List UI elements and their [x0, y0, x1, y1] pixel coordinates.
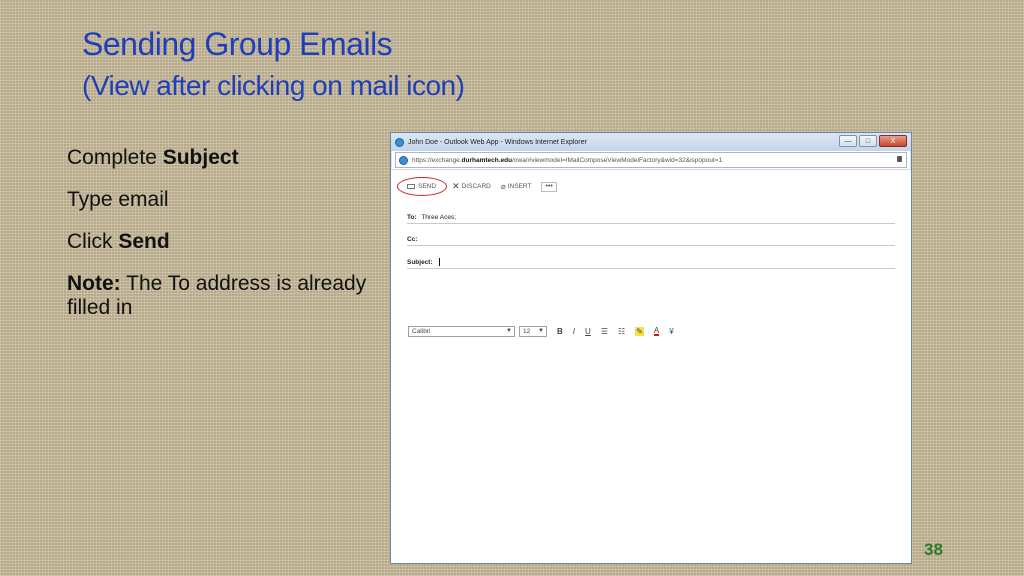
maximize-button[interactable]: □ [859, 135, 877, 147]
compose-page: SEND ✕ DISCARD ⌀ INSERT ••• To: Three Ac… [391, 169, 911, 563]
bold-button[interactable]: B [557, 327, 563, 336]
to-value: Three Aces; [421, 214, 457, 221]
close-icon: ✕ [452, 181, 460, 191]
format-toolbar: Calibri ▼ 12 ▼ B I U ☰ ☷ ✎ A ¥ [408, 326, 674, 337]
slide-title: Sending Group Emails (View after clickin… [82, 24, 465, 104]
slide-title-sub: (View after clicking on mail icon) [82, 70, 465, 101]
bullet-list-icon[interactable]: ☰ [601, 327, 608, 336]
instruction-list: Complete Subject Type email Click Send N… [67, 146, 377, 338]
numbered-list-icon[interactable]: ☷ [618, 327, 625, 336]
highlight-icon[interactable]: ✎ [635, 327, 644, 336]
discard-label: DISCARD [461, 183, 491, 190]
text-cursor [439, 258, 441, 266]
close-button[interactable]: X [879, 135, 907, 147]
to-field[interactable]: To: Three Aces; [407, 214, 895, 224]
send-button[interactable]: SEND [397, 177, 447, 196]
subject-label: Subject: [407, 258, 433, 266]
font-family-select[interactable]: Calibri ▼ [408, 326, 515, 337]
more-options-button[interactable]: ••• [541, 181, 557, 192]
page-number: 38 [924, 540, 943, 559]
instruction-complete-subject: Complete Subject [67, 146, 377, 170]
slide-title-main: Sending Group Emails [82, 26, 393, 62]
instruction-note: Note: The To address is already filled i… [67, 272, 377, 320]
window-titlebar[interactable]: John Doe - Outlook Web App - Windows Int… [391, 133, 911, 151]
chevron-down-icon: ▼ [506, 328, 512, 334]
browser-window: John Doe - Outlook Web App - Windows Int… [390, 132, 912, 564]
font-size-value: 12 [523, 328, 531, 335]
send-highlight-circle [397, 177, 447, 196]
insert-button[interactable]: ⌀ INSERT [501, 182, 532, 191]
font-size-select[interactable]: 12 ▼ [519, 326, 547, 337]
window-title: John Doe - Outlook Web App - Windows Int… [408, 138, 587, 146]
instruction-bold: Subject [162, 146, 239, 169]
address-host: durhamtech.edu [461, 156, 513, 164]
window-controls: — □ X [839, 135, 907, 147]
discard-button[interactable]: ✕ DISCARD [452, 181, 491, 192]
cc-field[interactable]: Cc: [407, 236, 895, 246]
underline-button[interactable]: U [585, 327, 591, 336]
subject-field[interactable]: Subject: [407, 258, 895, 269]
address-prefix: https://exchange. [412, 156, 462, 164]
instruction-bold: Send [118, 230, 170, 253]
address-path: /owa/#viewmodel=IMailComposeViewModelFac… [512, 156, 723, 164]
instruction-click-send: Click Send [67, 230, 377, 254]
paperclip-icon: ⌀ [500, 182, 506, 191]
compose-toolbar: SEND ✕ DISCARD ⌀ INSERT ••• [397, 177, 567, 196]
lock-icon [897, 156, 902, 162]
insert-label: INSERT [507, 183, 532, 190]
instruction-text: Complete [67, 146, 163, 169]
font-family-value: Calibri [412, 328, 431, 335]
font-color-icon[interactable]: A [653, 327, 660, 336]
address-bar[interactable]: https://exchange. durhamtech.edu/owa/#vie… [395, 152, 907, 168]
instruction-type-email: Type email [67, 188, 169, 211]
more-format-button[interactable]: ¥ [669, 327, 673, 336]
to-label: To: [407, 214, 417, 221]
instruction-text: Click [67, 230, 119, 253]
minimize-button[interactable]: — [839, 135, 857, 147]
chevron-down-icon: ▼ [538, 328, 544, 334]
internet-explorer-icon [395, 137, 404, 147]
italic-button[interactable]: I [573, 327, 575, 336]
page-icon [399, 155, 408, 165]
cc-label: Cc: [407, 236, 418, 243]
note-label: Note: [67, 272, 121, 295]
